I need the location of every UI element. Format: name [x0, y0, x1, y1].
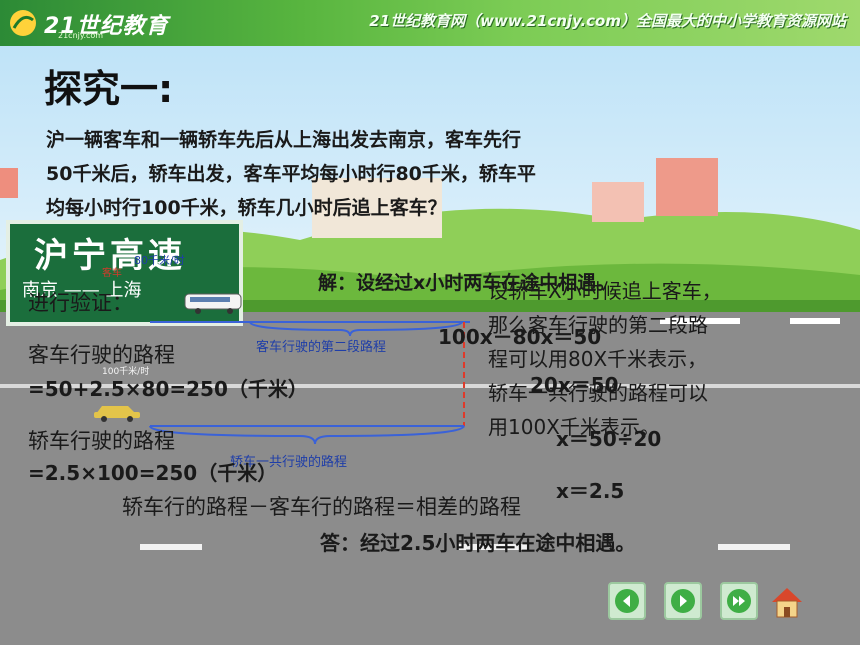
prev-button[interactable]	[608, 582, 646, 620]
bus-distance-calc: =50+2.5×80=250（千米）	[28, 377, 308, 401]
problem-line: 沪一辆客车和一辆轿车先后从上海出发去南京，客车先行	[46, 129, 522, 151]
slide-title: 探究一:	[44, 67, 174, 111]
bus-distance-label: 客车行驶的路程	[28, 343, 175, 367]
explanation-line: 设轿车X小时候追上客车，	[488, 279, 722, 303]
relation-statement: 轿车行的路程－客车行的路程＝相差的路程	[122, 495, 521, 519]
answer-text: 答：经过2.5小时两车在途中相遇。	[320, 531, 636, 555]
explanation-line: 轿车一共行驶的路程可以	[488, 381, 708, 405]
car-distance-calc: =2.5×100=250（千米）	[28, 461, 278, 485]
arrow-left-icon	[615, 589, 639, 613]
problem-line: 均每小时行100千米，轿车几小时后追上客车？	[46, 197, 447, 219]
equation-line: x＝2.5	[556, 479, 625, 503]
verify-label: 进行验证：	[28, 291, 133, 315]
play-button[interactable]	[664, 582, 702, 620]
fast-forward-icon	[727, 589, 751, 613]
problem-line: 50千米后，轿车出发，客车平均每小时行80千米，轿车平	[46, 163, 536, 185]
car-distance-label: 轿车行驶的路程	[28, 429, 175, 453]
play-icon	[671, 589, 695, 613]
bus-second-leg-label: 客车行驶的第二段路程	[256, 340, 387, 355]
explanation-line: 用100X千米表示。	[488, 415, 660, 439]
explanation-line: 那么客车行驶的第二段路	[488, 313, 708, 337]
home-icon	[772, 588, 802, 618]
next-button[interactable]	[720, 582, 758, 620]
home-button[interactable]	[768, 584, 806, 620]
explanation-line: 程可以用80X千米表示，	[488, 347, 708, 371]
